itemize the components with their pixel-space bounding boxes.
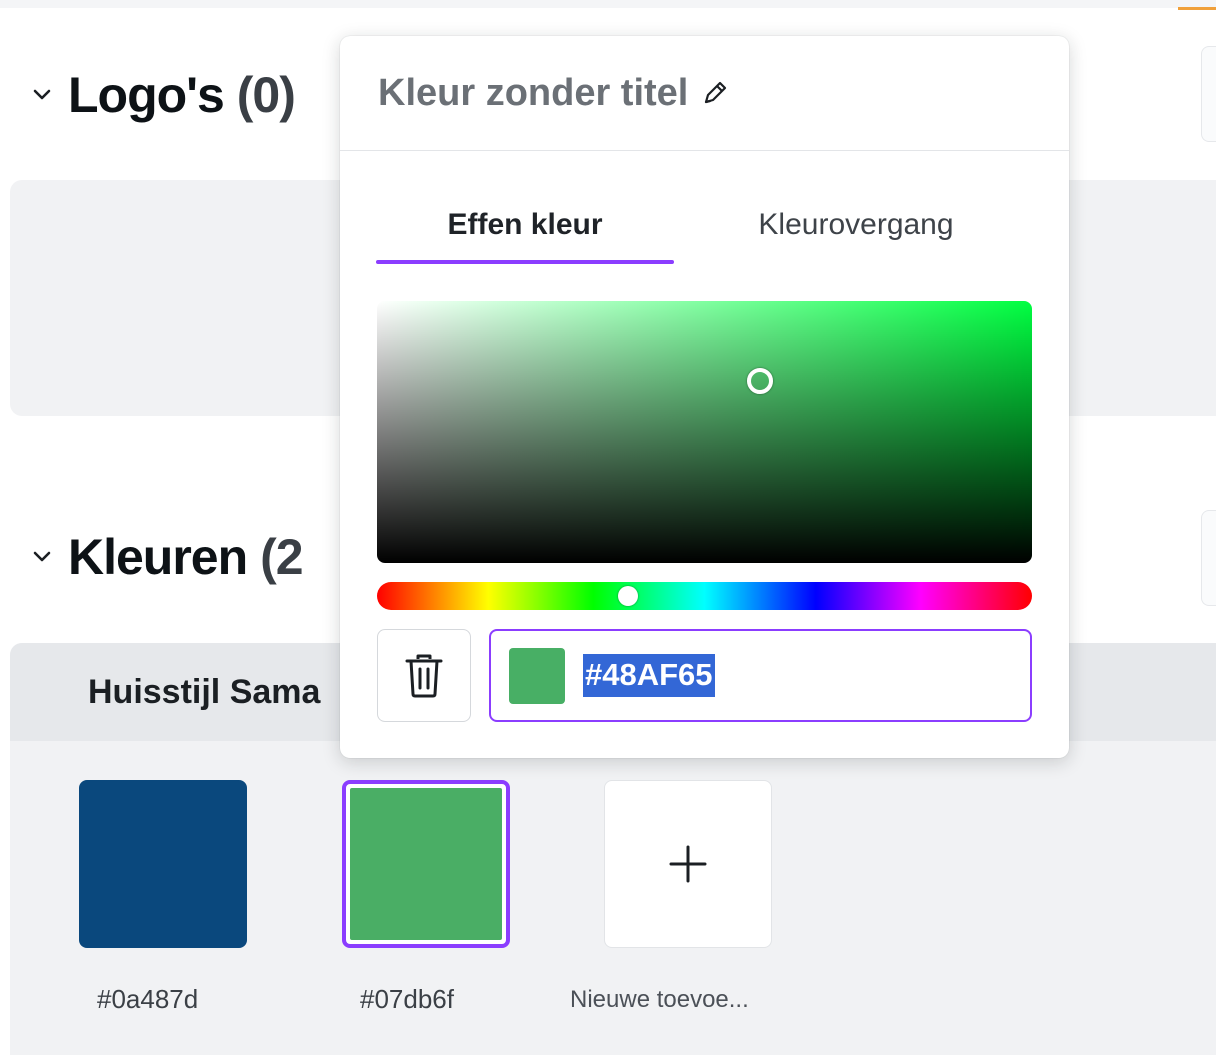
swatch-label: #07db6f [360, 984, 454, 1014]
tab-gradient[interactable]: Kleurovergang [706, 186, 1006, 264]
logos-action-button-edge[interactable] [1201, 46, 1216, 142]
swatch-fill [350, 788, 502, 940]
palette-name[interactable]: Huisstijl Sama [88, 673, 320, 712]
chevron-down-icon[interactable] [30, 83, 54, 107]
chevron-down-icon[interactable] [30, 545, 54, 569]
color-mode-tabs: Effen kleur Kleurovergang [376, 186, 1032, 264]
tab-solid-color[interactable]: Effen kleur [376, 186, 674, 264]
section-title-text: Kleuren [68, 529, 248, 585]
color-picker-header: Kleur zonder titel [340, 36, 1069, 151]
section-title-text: Logo's [68, 67, 225, 123]
hue-slider-thumb[interactable] [618, 586, 638, 606]
hex-value-text[interactable]: #48AF65 [583, 654, 715, 697]
section-title-colors: Kleuren (2 [68, 528, 304, 586]
add-color-label: Nieuwe toevoe... [570, 986, 749, 1013]
top-divider [0, 0, 1216, 8]
hex-color-input[interactable]: #48AF65 [489, 629, 1032, 722]
swatch-label: #0a487d [97, 984, 199, 1014]
color-preview-chip [509, 647, 565, 704]
top-accent-indicator [1178, 0, 1216, 10]
color-name-title[interactable]: Kleur zonder titel [378, 72, 688, 115]
delete-color-button[interactable] [377, 629, 471, 722]
plus-icon [669, 845, 707, 883]
color-swatch-selected[interactable] [342, 780, 510, 948]
logos-section-header[interactable]: Logo's (0) [30, 66, 296, 124]
color-cursor-handle[interactable] [747, 368, 773, 394]
color-swatch[interactable] [79, 780, 247, 948]
color-picker-popover: Kleur zonder titel Effen kleur Kleurover… [340, 36, 1069, 758]
section-count: (0) [236, 67, 296, 123]
section-title-logos: Logo's (0) [68, 66, 296, 124]
section-count: (2 [260, 529, 303, 585]
hue-slider[interactable] [377, 582, 1032, 610]
add-color-button[interactable] [604, 780, 772, 948]
colors-action-button-edge[interactable] [1201, 510, 1216, 606]
saturation-brightness-picker[interactable] [377, 301, 1032, 563]
active-tab-indicator [376, 260, 674, 264]
trash-icon [405, 654, 443, 697]
pencil-icon[interactable] [700, 78, 730, 108]
colors-section-header[interactable]: Kleuren (2 [30, 528, 304, 586]
